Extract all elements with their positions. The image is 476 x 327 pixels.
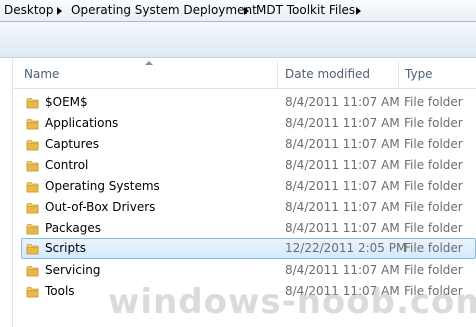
file-date-modified: 8/4/2011 11:07 AM [285,263,400,277]
file-name: Servicing [45,263,101,277]
folder-icon [26,244,39,255]
file-name: Captures [45,137,99,151]
table-row[interactable]: $OEM$ 8/4/2011 11:07 AM File folder [14,92,476,113]
command-toolbar [0,22,476,58]
folder-icon [26,98,39,109]
file-name: Control [45,158,89,172]
file-date-modified: 8/4/2011 11:07 AM [285,95,400,109]
column-date-modified[interactable]: Date modified [285,67,370,81]
file-type: File folder [404,137,463,151]
breadcrumb-desktop[interactable]: Desktop [4,3,54,17]
file-type: File folder [404,241,463,255]
file-type: File folder [404,263,463,277]
file-name: $OEM$ [45,95,88,109]
file-name: Tools [45,284,75,298]
file-date-modified: 8/4/2011 11:07 AM [285,200,400,214]
column-divider[interactable] [398,62,399,88]
file-type: File folder [404,95,463,109]
file-type: File folder [404,221,463,235]
chevron-right-icon[interactable] [244,7,249,15]
address-bar[interactable]: Desktop Operating System Deployment MDT … [0,0,476,22]
folder-icon [26,140,39,151]
file-type: File folder [404,116,463,130]
file-date-modified: 8/4/2011 11:07 AM [285,158,400,172]
table-row[interactable]: Captures 8/4/2011 11:07 AM File folder [14,134,476,155]
column-divider[interactable] [277,62,278,88]
folder-icon [26,224,39,235]
folder-icon [26,119,39,130]
folder-icon [26,203,39,214]
table-row[interactable]: Packages 8/4/2011 11:07 AM File folder [14,218,476,239]
file-type: File folder [404,158,463,172]
table-row[interactable]: Servicing 8/4/2011 11:07 AM File folder [14,260,476,281]
breadcrumb-mdt-toolkit-files[interactable]: MDT Toolkit Files [256,3,355,17]
folder-icon [26,182,39,193]
file-name: Out-of-Box Drivers [45,200,156,214]
folder-icon [26,287,39,298]
chevron-right-icon[interactable] [57,7,62,15]
watermark: windows-noob.com [108,282,476,322]
file-name: Applications [45,116,119,130]
navigation-pane[interactable] [0,58,13,327]
column-type[interactable]: Type [405,67,433,81]
folder-icon [26,266,39,277]
folder-icon [26,161,39,172]
table-row[interactable]: Control 8/4/2011 11:07 AM File folder [14,155,476,176]
column-name[interactable]: Name [24,67,59,81]
file-type: File folder [404,179,463,193]
file-date-modified: 8/4/2011 11:07 AM [285,137,400,151]
file-name: Scripts [45,241,87,255]
file-name: Operating Systems [45,179,160,193]
file-date-modified: 8/4/2011 11:07 AM [285,221,400,235]
table-row[interactable]: Out-of-Box Drivers 8/4/2011 11:07 AM File … [14,197,476,218]
file-name: Packages [45,221,101,235]
column-header: Name Date modified Type [14,58,476,89]
file-date-modified: 12/22/2011 2:05 PM [285,241,407,255]
file-type: File folder [404,200,463,214]
file-date-modified: 8/4/2011 11:07 AM [285,179,400,193]
table-row[interactable]: Operating Systems 8/4/2011 11:07 AM File f… [14,176,476,197]
file-date-modified: 8/4/2011 11:07 AM [285,116,400,130]
table-row-selected[interactable]: Scripts 12/22/2011 2:05 PM File folder [21,238,476,259]
breadcrumb-operating-system-deployment[interactable]: Operating System Deployment [71,3,257,17]
chevron-right-icon[interactable] [356,7,361,15]
sort-ascending-icon [145,61,153,65]
table-row[interactable]: Applications 8/4/2011 11:07 AM File folder [14,113,476,134]
